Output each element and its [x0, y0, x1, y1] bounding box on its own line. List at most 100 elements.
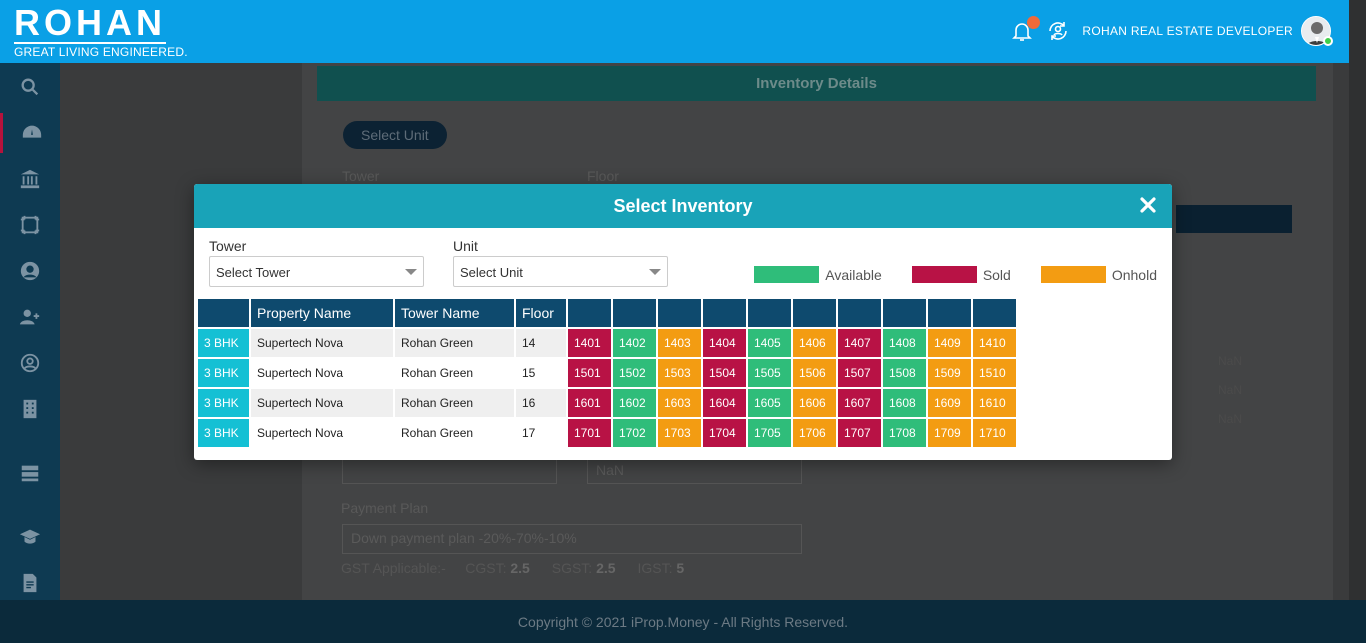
legend-label-available: Available: [825, 266, 882, 283]
unit-cell-onhold[interactable]: 1503: [658, 359, 701, 387]
floor-cell: 14: [516, 329, 566, 357]
property-name-cell: Supertech Nova: [251, 329, 393, 357]
select-unit-button[interactable]: Select Unit: [343, 121, 447, 149]
unit-cell-sold[interactable]: 1401: [568, 329, 611, 357]
unit-cell-onhold[interactable]: 1509: [928, 359, 971, 387]
sgst-label: SGST:: [551, 560, 593, 576]
add-user-icon: [19, 309, 40, 325]
unit-cell-sold[interactable]: 1601: [568, 389, 611, 417]
copyright-text: Copyright © 2021 iProp.Money - All Right…: [517, 613, 849, 630]
unit-cell-available[interactable]: 1705: [748, 419, 791, 447]
unit-cell-available[interactable]: 1505: [748, 359, 791, 387]
unit-cell-available[interactable]: 1602: [613, 389, 656, 417]
unit-cell-available[interactable]: 1405: [748, 329, 791, 357]
floor-cell: 16: [516, 389, 566, 417]
column-header: [198, 299, 249, 327]
nan-cell: NaN: [1218, 354, 1243, 368]
unit-cell-sold[interactable]: 1607: [838, 389, 881, 417]
unit-cell-available[interactable]: 1408: [883, 329, 926, 357]
unit-cell-onhold[interactable]: 1510: [973, 359, 1016, 387]
sidebar-item-server[interactable]: [0, 453, 60, 493]
sidebar-item-add-user[interactable]: [0, 297, 60, 337]
notification-dot: [1027, 16, 1041, 29]
gst-info: GST Applicable:- CGST: 2.5 SGST: 2.5 IGS…: [341, 560, 702, 576]
unit-cell-onhold[interactable]: 1709: [928, 419, 971, 447]
background-input-left[interactable]: [342, 456, 557, 484]
background-input-nan[interactable]: NaN: [587, 456, 802, 484]
table-row: 3 BHK Supertech Nova Rohan Green 15 1501 1502…: [198, 359, 1016, 387]
column-header: [838, 299, 881, 327]
unit-cell-available[interactable]: 1708: [883, 419, 926, 447]
graduation-cap-icon: [19, 529, 41, 544]
column-header: [793, 299, 836, 327]
unit-cell-available[interactable]: 1508: [883, 359, 926, 387]
inventory-details-header: Inventory Details: [317, 66, 1316, 101]
column-header: Property Name: [251, 299, 393, 327]
unit-cell-sold[interactable]: 1604: [703, 389, 746, 417]
unit-cell-sold[interactable]: 1701: [568, 419, 611, 447]
close-icon[interactable]: [1138, 195, 1158, 215]
dashboard-icon: [22, 125, 41, 138]
chevron-down-icon: [405, 269, 417, 275]
unit-cell-available[interactable]: 1702: [613, 419, 656, 447]
table-header-row: Property Name Tower Name Floor: [198, 299, 1016, 327]
unit-cell-sold[interactable]: 1504: [703, 359, 746, 387]
column-header: [568, 299, 611, 327]
unit-cell-available[interactable]: 1608: [883, 389, 926, 417]
unit-cell-onhold[interactable]: 1609: [928, 389, 971, 417]
user-avatar-wrapper[interactable]: [1301, 16, 1333, 46]
sidebar-item-account[interactable]: [0, 343, 60, 383]
unit-cell-sold[interactable]: 1501: [568, 359, 611, 387]
unit-cell-onhold[interactable]: 1506: [793, 359, 836, 387]
unit-cell-onhold[interactable]: 1409: [928, 329, 971, 357]
sync-user-icon[interactable]: [1046, 19, 1070, 43]
unit-cell-available[interactable]: 1402: [613, 329, 656, 357]
logo-tagline: GREAT LIVING ENGINEERED.: [14, 45, 188, 59]
sidebar-item-education[interactable]: [0, 517, 60, 557]
sidebar-item-frame[interactable]: [0, 205, 60, 245]
unit-cell-sold[interactable]: 1407: [838, 329, 881, 357]
column-header: [973, 299, 1016, 327]
unit-cell-onhold[interactable]: 1406: [793, 329, 836, 357]
modal-title: Select Inventory: [613, 195, 753, 216]
chevron-down-icon: [649, 269, 661, 275]
property-name-cell: Supertech Nova: [251, 419, 393, 447]
tower-select[interactable]: Select Tower: [209, 256, 424, 287]
unit-cell-available[interactable]: 1502: [613, 359, 656, 387]
unit-cell-onhold[interactable]: 1706: [793, 419, 836, 447]
page-scrollbar[interactable]: [1349, 0, 1366, 600]
unit-cell-sold[interactable]: 1404: [703, 329, 746, 357]
unit-type-cell: 3 BHK: [198, 329, 249, 357]
user-name[interactable]: ROHAN REAL ESTATE DEVELOPER: [1082, 24, 1293, 38]
payment-plan-select[interactable]: Down payment plan -20%-70%-10%: [342, 524, 802, 554]
unit-cell-onhold[interactable]: 1606: [793, 389, 836, 417]
unit-cell-onhold[interactable]: 1703: [658, 419, 701, 447]
notification-bell-icon[interactable]: [1010, 16, 1041, 43]
unit-cell-onhold[interactable]: 1410: [973, 329, 1016, 357]
sidebar-item-profile[interactable]: [0, 251, 60, 291]
frame-icon: [20, 215, 40, 235]
legend-swatch-onhold: [1040, 266, 1106, 283]
sidebar-item-document[interactable]: [0, 563, 60, 603]
brand-logo[interactable]: ROHAN GREAT LIVING ENGINEERED.: [14, 4, 188, 59]
unit-cell-sold[interactable]: 1704: [703, 419, 746, 447]
unit-cell-onhold[interactable]: 1403: [658, 329, 701, 357]
tower-name-cell: Rohan Green: [395, 389, 514, 417]
sidebar-item-search[interactable]: [0, 67, 60, 107]
cgst-label: CGST:: [465, 560, 507, 576]
sidebar-item-dashboard[interactable]: [0, 113, 60, 153]
unit-cell-onhold[interactable]: 1603: [658, 389, 701, 417]
unit-cell-sold[interactable]: 1507: [838, 359, 881, 387]
legend-label-sold: Sold: [982, 266, 1011, 283]
header-actions: ROHAN REAL ESTATE DEVELOPER: [1010, 16, 1333, 46]
unit-select[interactable]: Select Unit: [453, 256, 668, 287]
sidebar-item-bank[interactable]: [0, 159, 60, 199]
unit-cell-sold[interactable]: 1707: [838, 419, 881, 447]
column-header: Floor: [516, 299, 566, 327]
sidebar-item-building[interactable]: [0, 389, 60, 429]
unit-cell-onhold[interactable]: 1610: [973, 389, 1016, 417]
search-icon: [21, 78, 39, 96]
unit-cell-available[interactable]: 1605: [748, 389, 791, 417]
unit-cell-onhold[interactable]: 1710: [973, 419, 1016, 447]
column-header: [703, 299, 746, 327]
